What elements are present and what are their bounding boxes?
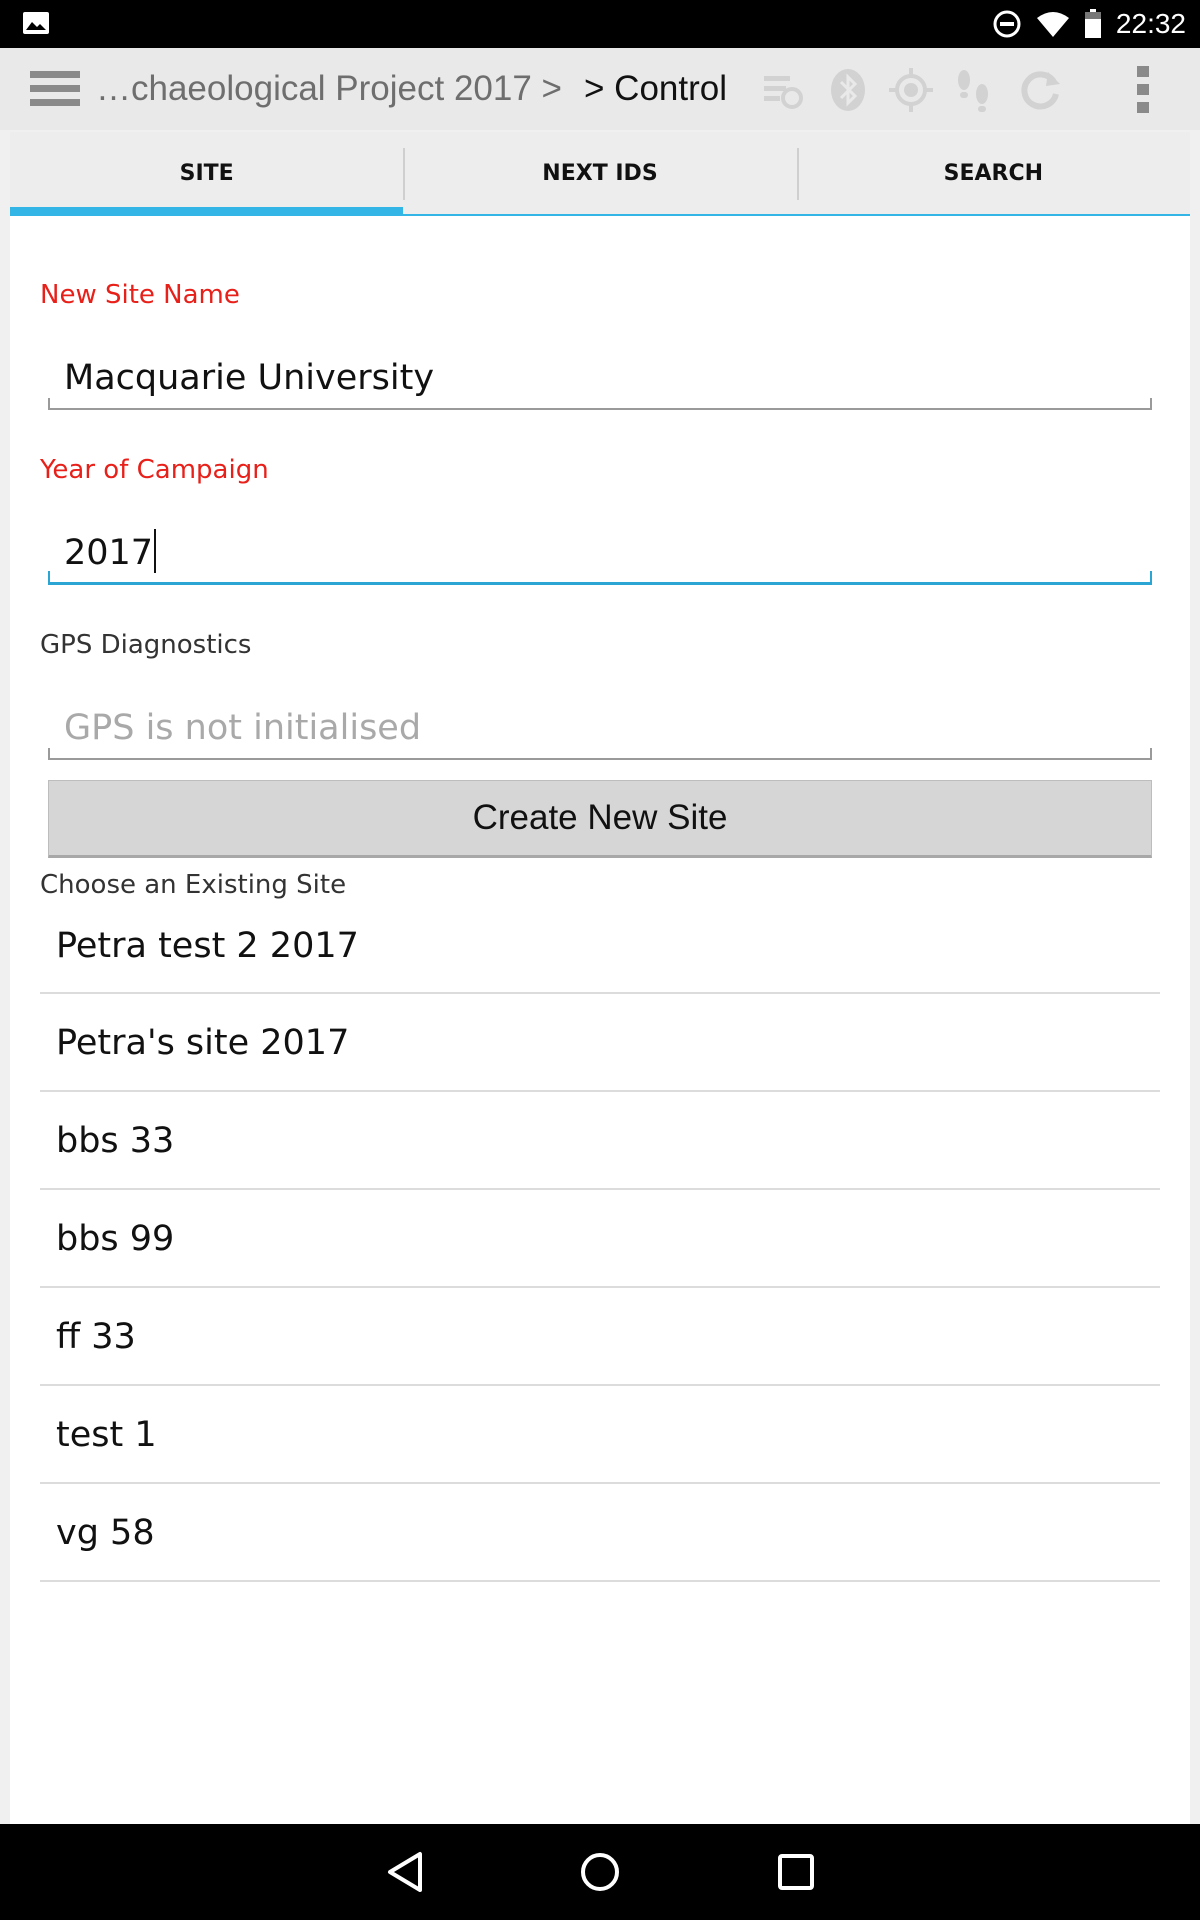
site-name-field[interactable]: Macquarie University: [48, 352, 1152, 410]
list-item[interactable]: vg 58: [40, 1484, 1160, 1582]
battery-icon: [1084, 9, 1101, 38]
clock: 22:32: [1115, 8, 1186, 39]
tab-search-indicator: [796, 214, 1190, 216]
hamburger-menu-icon[interactable]: [30, 69, 82, 109]
list-item[interactable]: ff 33: [40, 1288, 1160, 1386]
action-bar: …chaeological Project 2017 > > Control: [0, 48, 1200, 132]
bluetooth-icon[interactable]: [826, 68, 870, 112]
status-bar: 22:32: [0, 0, 1200, 48]
gps-diagnostics-label: GPS Diagnostics: [40, 630, 252, 660]
recents-icon[interactable]: [772, 1848, 820, 1896]
breadcrumb-current: > Control: [584, 69, 727, 108]
overflow-menu-icon[interactable]: [1134, 64, 1154, 116]
year-label: Year of Campaign: [40, 455, 269, 485]
create-new-site-button[interactable]: Create New Site: [48, 780, 1152, 858]
year-value: 2017: [64, 533, 154, 573]
tab-next-ids-label: NEXT IDS: [542, 161, 658, 186]
tab-site[interactable]: SITE: [10, 132, 404, 216]
do-not-disturb-icon: [993, 10, 1021, 38]
gps-icon[interactable]: [889, 68, 933, 112]
sync-list-icon[interactable]: [760, 68, 804, 112]
year-field[interactable]: 2017: [48, 527, 1152, 585]
list-item[interactable]: Petra's site 2017: [40, 994, 1160, 1092]
home-icon[interactable]: [576, 1848, 624, 1896]
content-area: SITE NEXT IDS SEARCH New Site Name Macqu…: [10, 132, 1190, 1824]
list-item[interactable]: Petra test 2 2017: [40, 898, 1160, 994]
wifi-icon: [1036, 12, 1069, 37]
tab-search[interactable]: SEARCH: [796, 132, 1190, 216]
back-icon[interactable]: [382, 1848, 430, 1896]
gps-diagnostics-field: GPS is not initialised: [48, 702, 1152, 760]
gps-diagnostics-hint: GPS is not initialised: [64, 708, 422, 748]
breadcrumb-project[interactable]: …chaeological Project 2017 >: [96, 48, 562, 130]
tracking-icon[interactable]: [952, 68, 996, 112]
list-item[interactable]: bbs 99: [40, 1190, 1160, 1288]
image-icon: [23, 12, 49, 34]
text-cursor: [154, 529, 157, 573]
navigation-bar: [0, 1824, 1200, 1920]
existing-site-list: Petra test 2 2017 Petra's site 2017 bbs …: [40, 898, 1160, 1582]
tab-site-label: SITE: [179, 161, 234, 186]
tab-next-ids[interactable]: NEXT IDS: [403, 132, 797, 216]
list-item[interactable]: bbs 33: [40, 1092, 1160, 1190]
site-name-value: Macquarie University: [64, 358, 435, 398]
tab-next-ids-indicator: [403, 214, 797, 216]
list-item[interactable]: test 1: [40, 1386, 1160, 1484]
tab-site-indicator: [10, 207, 404, 216]
existing-site-label: Choose an Existing Site: [40, 870, 347, 900]
tab-bar: SITE NEXT IDS SEARCH: [10, 132, 1190, 216]
refresh-icon[interactable]: [1018, 68, 1062, 112]
tab-search-label: SEARCH: [943, 161, 1044, 186]
site-name-label: New Site Name: [40, 280, 240, 310]
